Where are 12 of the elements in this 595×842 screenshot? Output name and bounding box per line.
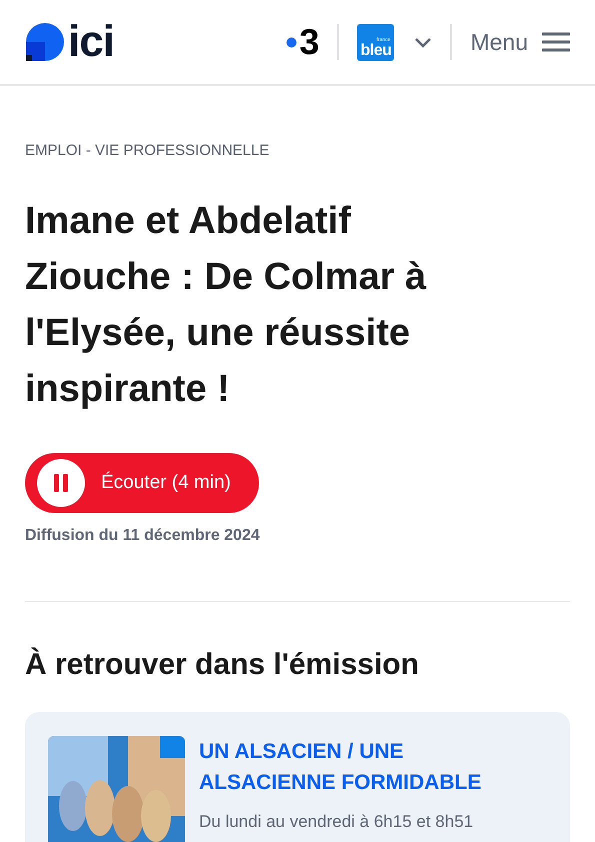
menu-button[interactable]: Menu: [470, 28, 570, 56]
logo-text[interactable]: ici: [68, 20, 114, 64]
show-schedule: Du lundi au vendredi à 6h15 et 8h51: [199, 812, 474, 832]
category-label[interactable]: EMPLOI - VIE PROFESSIONNELLE: [25, 142, 570, 159]
channel-logo[interactable]: 3: [299, 24, 320, 60]
station-logo-text: bleu: [360, 42, 392, 58]
show-title[interactable]: UN ALSACIEN / UNE ALSACIENNE FORMIDABLE: [199, 736, 499, 798]
section-heading: À retrouver dans l'émission: [25, 648, 420, 682]
listen-button[interactable]: Écouter (4 min): [25, 453, 259, 513]
article-title: Imane et Abdelatif Ziouche : De Colmar à l'Elysée, une réussite inspirante !: [25, 199, 428, 412]
broadcast-date: Diffusion du 11 décembre 2024: [25, 527, 261, 545]
show-card[interactable]: UN ALSACIEN / UNE ALSACIENNE FORMIDABLE Du lundi au vendredi à 6h15 et 8h51: [25, 712, 570, 842]
